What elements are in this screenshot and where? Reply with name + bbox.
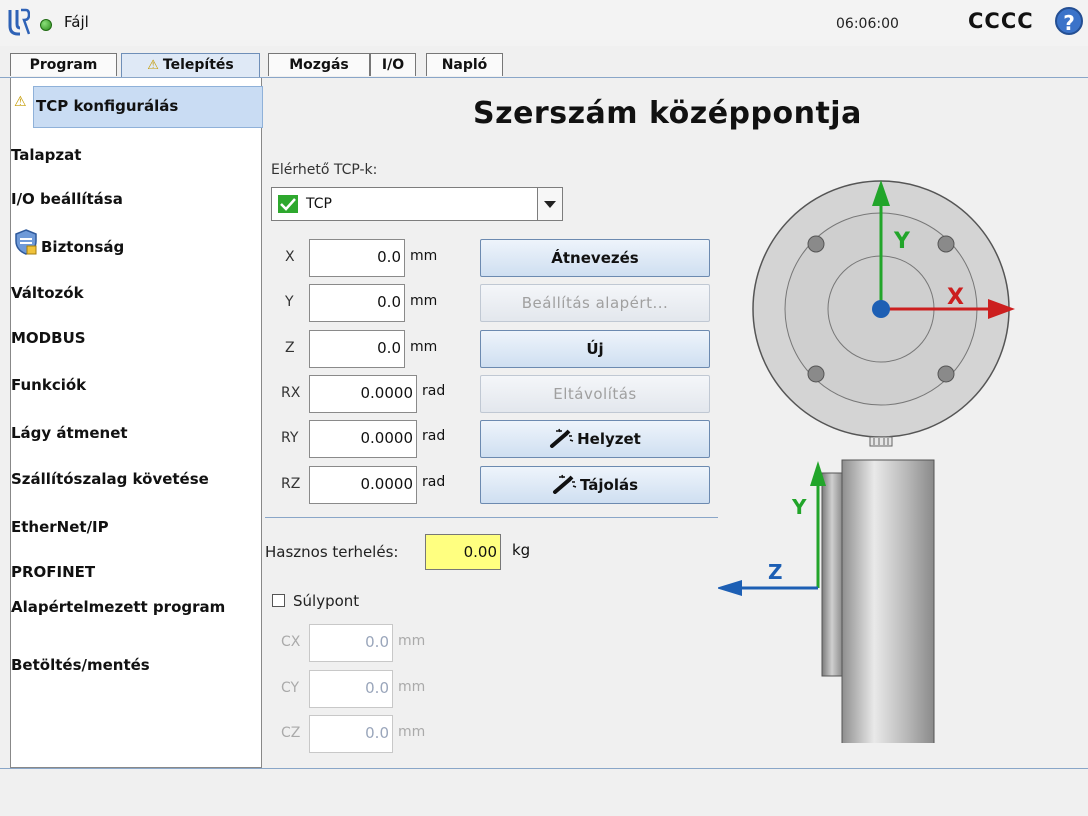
tab-log[interactable]: Napló bbox=[426, 53, 503, 76]
cy-field[interactable]: 0.0 bbox=[309, 670, 393, 708]
tcp-select[interactable]: TCP bbox=[271, 187, 563, 221]
payload-field[interactable]: 0.00 bbox=[425, 534, 501, 570]
cx-label: CX bbox=[281, 634, 301, 650]
rz-unit: rad bbox=[422, 474, 446, 490]
sidebar-item-load-save[interactable]: Betöltés/mentés bbox=[11, 656, 150, 674]
center-of-gravity-label: Súlypont bbox=[293, 592, 360, 610]
help-icon[interactable]: ? bbox=[1055, 7, 1083, 35]
tcp-list-label: Elérhető TCP-k: bbox=[271, 162, 378, 178]
cz-label: CZ bbox=[281, 725, 301, 741]
sidebar-item-safety[interactable]: Biztonság bbox=[41, 238, 124, 256]
tcp-origin-icon bbox=[872, 300, 890, 318]
y-label: Y bbox=[285, 294, 294, 310]
orientation-wizard-button[interactable]: Tájolás bbox=[480, 466, 710, 504]
tcp-select-value: TCP bbox=[306, 196, 332, 212]
tool-flange-diagram: Y X Y Z bbox=[718, 180, 1015, 743]
sidebar-item-modbus[interactable]: MODBUS bbox=[11, 329, 86, 347]
magic-wand-icon bbox=[552, 474, 577, 494]
tcp-configuration-panel: Szerszám középpontja Elérhető TCP-k: TCP… bbox=[263, 78, 1088, 768]
ry-unit: rad bbox=[422, 428, 446, 444]
axis-x-label: X bbox=[947, 285, 964, 310]
sidebar-item-smooth-transition[interactable]: Lágy átmenet bbox=[11, 424, 128, 442]
cx-unit: mm bbox=[398, 633, 426, 649]
installation-sidebar: ⚠ TCP konfigurálás Talapzat I/O beállítá… bbox=[10, 78, 263, 768]
tab-io[interactable]: I/O bbox=[370, 53, 416, 76]
cy-label: CY bbox=[281, 680, 300, 696]
side-axis-y-label: Y bbox=[791, 495, 807, 519]
x-field[interactable]: 0.0 bbox=[309, 239, 405, 277]
axis-y-label: Y bbox=[893, 229, 911, 254]
x-label: X bbox=[285, 249, 295, 265]
chevron-down-icon[interactable] bbox=[537, 188, 562, 220]
clock: 06:06:00 bbox=[836, 16, 899, 32]
tab-program[interactable]: Program bbox=[10, 53, 117, 76]
cy-unit: mm bbox=[398, 679, 426, 695]
sidebar-item-variables[interactable]: Változók bbox=[11, 284, 84, 302]
rename-button[interactable]: Átnevezés bbox=[480, 239, 710, 277]
remove-button[interactable]: Eltávolítás bbox=[480, 375, 710, 413]
flange-side-view bbox=[821, 459, 935, 743]
magic-wand-icon bbox=[550, 428, 574, 448]
cz-unit: mm bbox=[398, 724, 426, 740]
tcp-flag-icon bbox=[278, 195, 298, 213]
rx-label: RX bbox=[281, 385, 301, 401]
sidebar-item-mounting[interactable]: Talapzat bbox=[11, 146, 81, 164]
rz-field[interactable]: 0.0000 bbox=[309, 466, 417, 504]
robot-name: CCCC bbox=[968, 9, 1034, 33]
sidebar-item-conveyor-tracking[interactable]: Szállítószalag követése bbox=[11, 470, 209, 488]
sidebar-item-profinet[interactable]: PROFINET bbox=[11, 563, 95, 581]
new-tcp-button[interactable]: Új bbox=[480, 330, 710, 368]
cx-field[interactable]: 0.0 bbox=[309, 624, 393, 662]
warning-icon: ⚠ bbox=[147, 58, 159, 73]
tab-move[interactable]: Mozgás bbox=[268, 53, 370, 76]
ry-label: RY bbox=[281, 430, 299, 446]
warning-icon: ⚠ bbox=[14, 94, 27, 110]
rz-label: RZ bbox=[281, 476, 301, 492]
z-label: Z bbox=[285, 340, 295, 356]
z-unit: mm bbox=[410, 339, 438, 355]
section-divider bbox=[265, 517, 718, 518]
position-wizard-button[interactable]: Helyzet bbox=[480, 420, 710, 458]
sidebar-item-default-program[interactable]: Alapértelmezett program bbox=[11, 596, 251, 618]
cz-field[interactable]: 0.0 bbox=[309, 715, 393, 753]
page-title: Szerszám középpontja bbox=[473, 96, 862, 131]
y-unit: mm bbox=[410, 293, 438, 309]
top-bar: Fájl 06:06:00 CCCC ? bbox=[0, 0, 1088, 46]
set-default-button[interactable]: Beállítás alapért... bbox=[480, 284, 710, 322]
ry-field[interactable]: 0.0000 bbox=[309, 420, 417, 458]
robot-status-icon bbox=[40, 19, 52, 31]
rx-unit: rad bbox=[422, 383, 446, 399]
footer-divider bbox=[0, 768, 1088, 769]
tab-installation[interactable]: ⚠ Telepítés bbox=[121, 53, 260, 78]
safety-shield-icon bbox=[15, 229, 37, 255]
sidebar-item-tcp[interactable]: TCP konfigurálás bbox=[33, 86, 263, 128]
sidebar-item-ethernet-ip[interactable]: EtherNet/IP bbox=[11, 518, 109, 536]
payload-label: Hasznos terhelés: bbox=[265, 543, 399, 561]
sidebar-item-io-setup[interactable]: I/O beállítása bbox=[11, 190, 123, 208]
y-field[interactable]: 0.0 bbox=[309, 284, 405, 322]
center-of-gravity-checkbox[interactable] bbox=[272, 594, 285, 607]
payload-unit: kg bbox=[512, 541, 531, 559]
z-field[interactable]: 0.0 bbox=[309, 330, 405, 368]
ur-logo-icon bbox=[8, 8, 30, 36]
x-unit: mm bbox=[410, 248, 438, 264]
sidebar-item-features[interactable]: Funkciók bbox=[11, 376, 86, 394]
rx-field[interactable]: 0.0000 bbox=[309, 375, 417, 413]
axis-z-label: Z bbox=[768, 560, 783, 584]
file-menu[interactable]: Fájl bbox=[64, 13, 89, 31]
